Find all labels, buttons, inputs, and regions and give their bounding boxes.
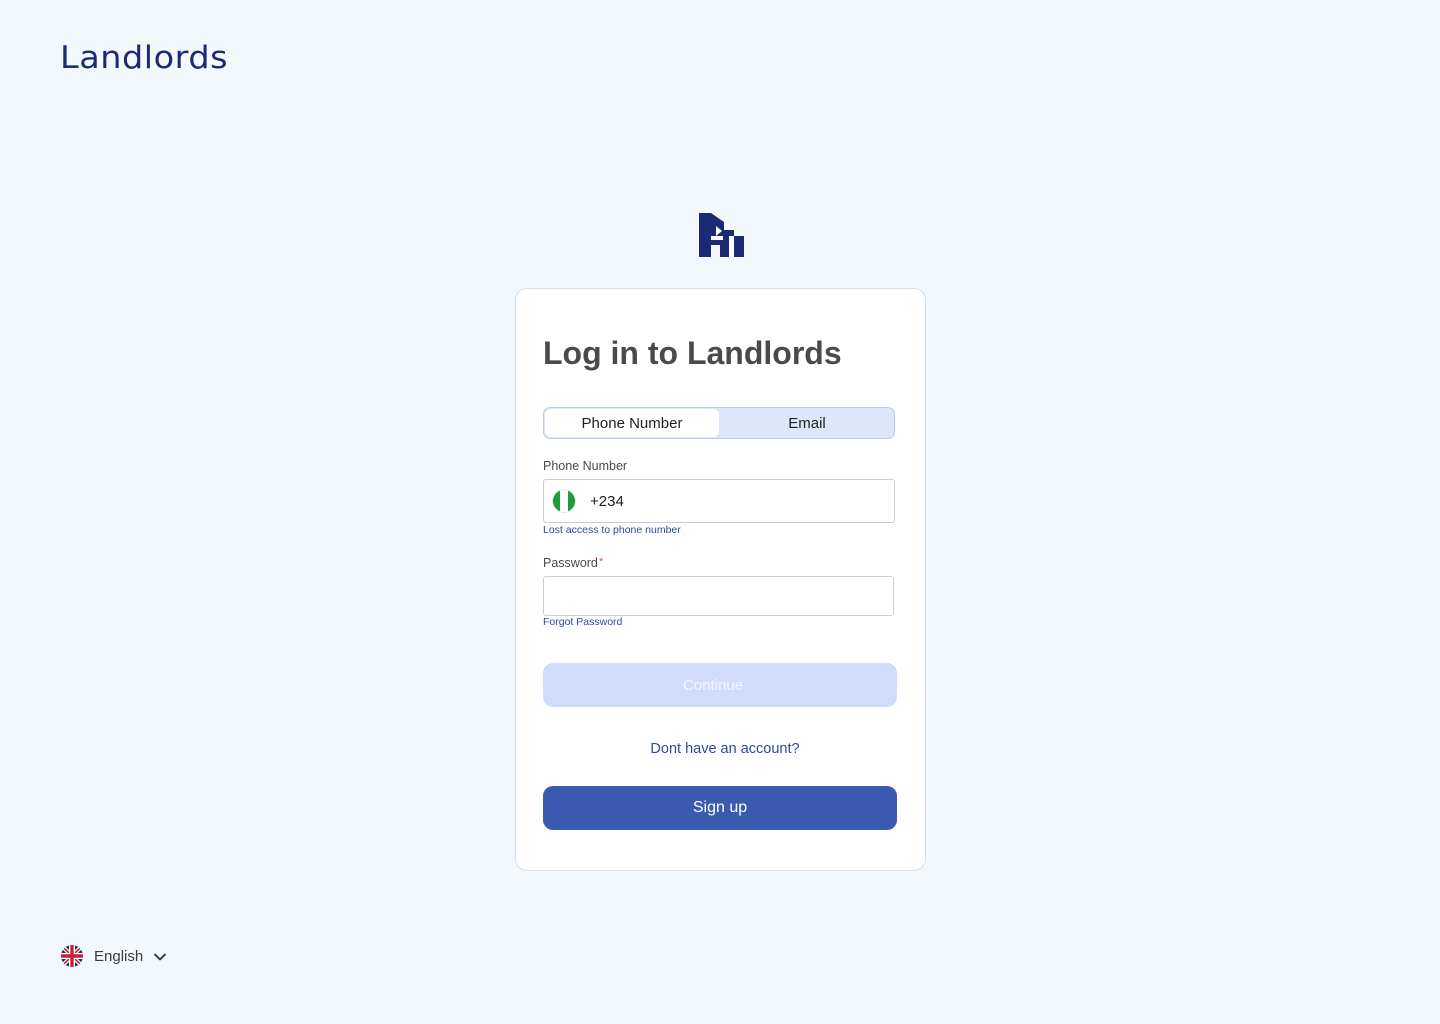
chevron-down-icon (154, 953, 167, 961)
language-selector[interactable]: English (61, 945, 167, 967)
dial-code: +234 (590, 492, 624, 510)
phone-number-label: Phone Number (543, 459, 628, 473)
password-label: Password* (543, 556, 603, 570)
lost-access-link[interactable]: Lost access to phone number (543, 524, 681, 536)
uk-flag-icon (61, 945, 83, 967)
sign-up-button[interactable]: Sign up (543, 786, 897, 830)
password-input[interactable] (543, 576, 894, 616)
required-mark: * (598, 556, 604, 568)
landlords-logo-icon (699, 213, 744, 257)
password-label-text: Password (543, 556, 598, 570)
nigeria-flag-icon[interactable] (552, 489, 576, 513)
continue-button[interactable]: Continue (543, 663, 897, 707)
no-account-link[interactable]: Dont have an account? (516, 741, 934, 757)
phone-number-input[interactable] (629, 480, 894, 522)
language-label: English (94, 947, 144, 965)
forgot-password-link[interactable]: Forgot Password (543, 616, 622, 628)
brand-wordmark: Landlords (60, 40, 229, 76)
tab-email[interactable]: Email (720, 408, 894, 438)
login-card: Log in to Landlords Phone Number Email P… (515, 288, 926, 871)
login-method-toggle: Phone Number Email (543, 407, 895, 439)
phone-number-field: +234 (543, 479, 895, 523)
tab-phone-number[interactable]: Phone Number (545, 409, 719, 437)
page-title: Log in to Landlords (543, 335, 842, 371)
